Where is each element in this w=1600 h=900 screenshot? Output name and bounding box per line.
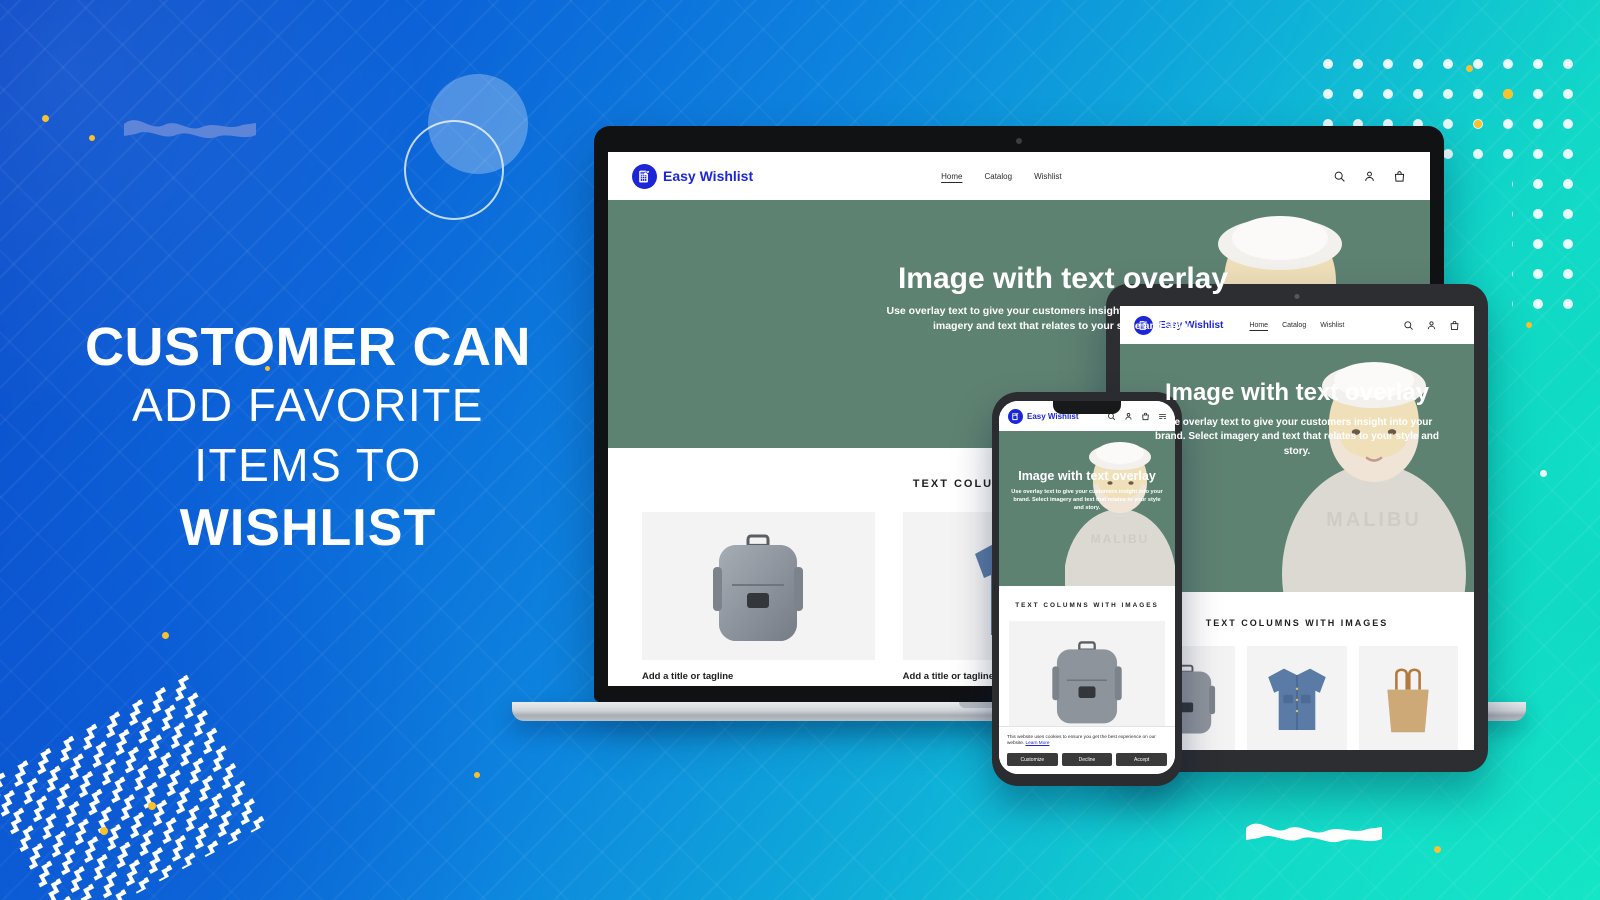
nav-link-wishlist[interactable]: Wishlist: [1034, 172, 1062, 181]
cookie-consent-text: This website uses cookies to ensure you …: [1007, 734, 1167, 747]
text-columns-row: [1136, 646, 1458, 750]
nav-link-home[interactable]: Home: [941, 172, 962, 181]
cart-icon[interactable]: [1449, 320, 1460, 331]
hero-subtitle: Use overlay text to give your customers …: [1155, 416, 1439, 457]
phone-notch: [1053, 401, 1121, 414]
decline-button[interactable]: Decline: [1061, 753, 1113, 766]
svg-text:MALIBU: MALIBU: [1326, 509, 1422, 531]
hero-title: Image with text overlay: [1018, 469, 1156, 483]
text-columns-heading: TEXT COLUMNS WITH IMAGES: [1205, 618, 1389, 628]
phone-mockup: Easy Wishlist MALIBU Image with text ove…: [992, 392, 1182, 786]
product-column-title: Add a title or tagline: [642, 671, 734, 682]
cookie-consent-banner: This website uses cookies to ensure you …: [999, 725, 1175, 774]
nav-link-catalog[interactable]: Catalog: [984, 172, 1012, 181]
grey-backpack-image: [1009, 621, 1165, 741]
nav-link-catalog[interactable]: Catalog: [1282, 322, 1306, 329]
storefront-navbar: Easy Wishlist Home Catalog Wishlist: [608, 152, 1430, 200]
product-column[interactable]: [1358, 646, 1458, 750]
denim-jacket-image: [1247, 646, 1347, 750]
nav-icon-group: [1333, 170, 1406, 183]
account-icon[interactable]: [1426, 320, 1437, 331]
accept-button[interactable]: Accept: [1116, 753, 1168, 766]
hero-subtitle: Use overlay text to give your customers …: [886, 304, 1240, 332]
tablet-camera-icon: [1294, 294, 1300, 299]
text-columns-section: TEXT COLUMNS WITH IMAGES: [999, 586, 1175, 741]
nav-link-wishlist[interactable]: Wishlist: [1320, 322, 1344, 329]
storefront-mobile: Easy Wishlist MALIBU Image with text ove…: [999, 401, 1175, 774]
nav-links: Home Catalog Wishlist: [941, 172, 1061, 181]
nav-icon-group: [1403, 320, 1460, 331]
laptop-camera-icon: [1016, 138, 1022, 144]
product-column[interactable]: Add a title or tagline Share blog posts,…: [642, 512, 875, 686]
svg-text:MALIBU: MALIBU: [1091, 532, 1150, 546]
hero-copy: Image with text overlay Use overlay text…: [999, 431, 1175, 512]
wishlist-clipboard-heart-icon: [1008, 408, 1023, 424]
hero-subtitle: Use overlay text to give your customers …: [1011, 489, 1163, 512]
hero-section: MALIBU Image with text overlay Use overl…: [999, 431, 1175, 586]
device-mockups: Easy Wishlist Home Catalog Wishlist Imag…: [0, 0, 1600, 900]
search-icon[interactable]: [1403, 320, 1414, 331]
cart-icon[interactable]: [1393, 170, 1406, 183]
brand-name: Easy Wishlist: [663, 168, 754, 184]
account-icon[interactable]: [1363, 170, 1376, 183]
wishlist-clipboard-heart-icon: [632, 163, 657, 189]
hero-title: Image with text overlay: [1164, 379, 1430, 406]
text-columns-heading: TEXT COLUMNS WITH IMAGES: [1015, 602, 1159, 609]
cookie-consent-buttons: Customize Decline Accept: [1007, 753, 1168, 766]
brand-logo[interactable]: Easy Wishlist: [632, 163, 754, 189]
phone-screen: Easy Wishlist MALIBU Image with text ove…: [999, 401, 1175, 774]
customize-button[interactable]: Customize: [1007, 753, 1058, 766]
hero-title: Image with text overlay: [897, 262, 1229, 295]
search-icon[interactable]: [1333, 170, 1346, 183]
grey-backpack-image: [642, 512, 875, 660]
woven-tote-bag-image: [1358, 646, 1458, 750]
hero-copy: Image with text overlay Use overlay text…: [848, 200, 1278, 334]
learn-more-link[interactable]: Learn More: [1026, 740, 1050, 745]
product-column[interactable]: [1247, 646, 1347, 750]
